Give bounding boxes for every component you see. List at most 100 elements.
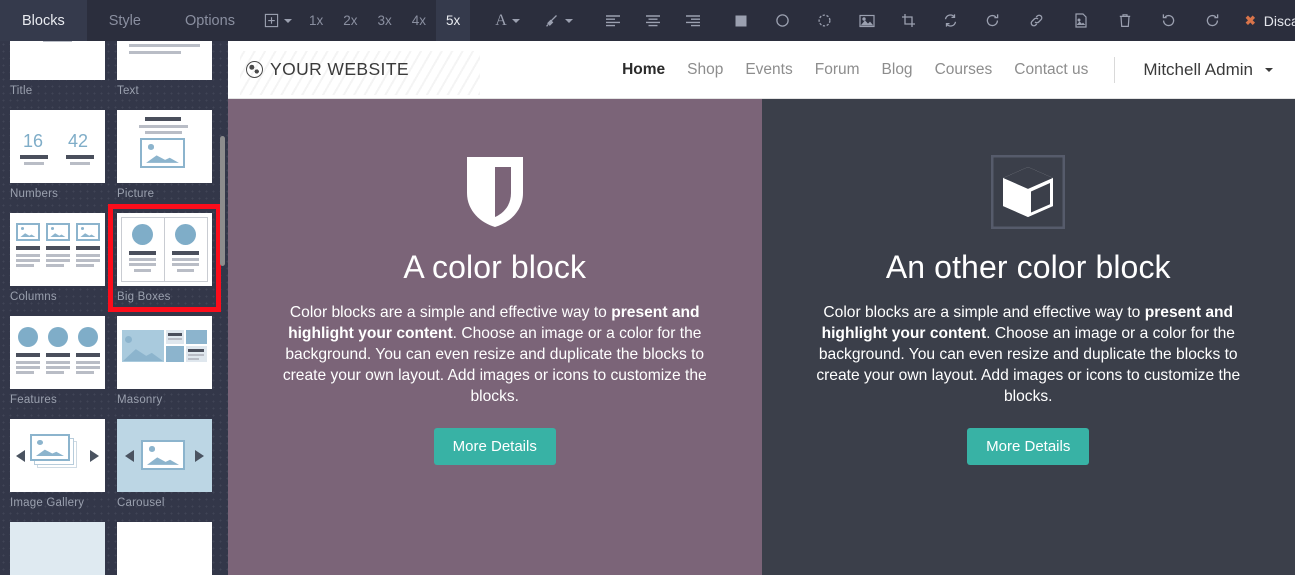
grid-plus-icon[interactable]	[257, 0, 299, 41]
brand-label: YOUR WEBSITE	[270, 59, 409, 79]
block-label-columns: Columns	[10, 291, 57, 303]
thumb-number-2: 42	[68, 131, 89, 151]
block-label-big-boxes: Big Boxes	[117, 291, 171, 303]
blocks-row	[0, 522, 228, 575]
block-item-next-b[interactable]	[117, 522, 212, 575]
flower-icon[interactable]	[810, 0, 840, 41]
trash-icon[interactable]	[1110, 0, 1140, 41]
site-brand[interactable]: YOUR WEBSITE	[240, 51, 480, 95]
redo-icon[interactable]	[1198, 0, 1228, 41]
block-thumb-picture	[117, 110, 212, 183]
block-thumb-features	[10, 316, 105, 389]
main-nav: Home Shop Events Forum Blog Courses Cont…	[622, 56, 1273, 83]
nav-item-forum[interactable]: Forum	[815, 61, 860, 79]
font-color-icon[interactable]: A	[488, 0, 527, 41]
block-label-features: Features	[10, 394, 57, 406]
editor-toolbar: Blocks Style Options 1x 2x 3x 4x 5x A ✖ …	[0, 0, 1295, 41]
tab-style[interactable]: Style	[87, 0, 163, 41]
circle-icon[interactable]	[768, 0, 798, 41]
nav-item-courses[interactable]: Courses	[935, 61, 993, 79]
chevron-down-icon	[564, 18, 573, 23]
crop-icon[interactable]	[894, 0, 924, 41]
block-item-carousel[interactable]: Carousel	[117, 419, 212, 509]
block-item-big-boxes[interactable]: Big Boxes	[108, 204, 221, 312]
more-details-button-right[interactable]: More Details	[967, 428, 1090, 465]
block-thumb-big-boxes	[117, 213, 212, 286]
color-blocks-section: A color block Color blocks are a simple …	[228, 99, 1295, 575]
zoom-1x-label: 1x	[308, 13, 324, 28]
refresh-icon[interactable]	[978, 0, 1008, 41]
chevron-down-icon	[283, 18, 292, 23]
link-icon[interactable]	[1022, 0, 1052, 41]
shield-icon	[465, 155, 525, 229]
transform-icon[interactable]	[936, 0, 966, 41]
brush-icon[interactable]	[537, 0, 580, 41]
align-right-icon[interactable]	[678, 0, 708, 41]
left-text-part1: Color blocks are a simple and effective …	[289, 304, 612, 321]
block-item-title[interactable]: Title	[10, 41, 105, 97]
zoom-levels: 1x 2x 3x 4x 5x	[299, 0, 471, 41]
block-item-columns[interactable]: Columns	[10, 213, 105, 303]
color-block-left[interactable]: A color block Color blocks are a simple …	[228, 99, 762, 575]
tab-options[interactable]: Options	[163, 0, 257, 41]
block-item-image-gallery[interactable]: Image Gallery	[10, 419, 105, 509]
tab-blocks[interactable]: Blocks	[0, 0, 87, 41]
block-thumb-next-b	[117, 522, 212, 575]
align-center-icon[interactable]	[638, 0, 668, 41]
color-block-right-title: An other color block	[885, 249, 1171, 285]
zoom-5x[interactable]: 5x	[436, 0, 471, 41]
block-item-numbers[interactable]: 16 42 Numbers	[10, 110, 105, 200]
square-icon[interactable]	[726, 0, 756, 41]
user-menu[interactable]: Mitchell Admin	[1143, 60, 1273, 80]
block-item-picture[interactable]: Picture	[117, 110, 212, 200]
discard-label: Discard	[1263, 12, 1295, 29]
block-thumb-masonry	[117, 316, 212, 389]
block-item-features[interactable]: Features	[10, 316, 105, 406]
prev-arrow-icon	[16, 450, 25, 462]
next-arrow-icon	[195, 450, 204, 462]
block-label-numbers: Numbers	[10, 188, 59, 200]
block-item-text[interactable]: Text	[117, 41, 212, 97]
nav-item-blog[interactable]: Blog	[882, 61, 913, 79]
sidebar-scrollbar[interactable]	[220, 136, 225, 266]
cross-icon: ✖	[1244, 12, 1256, 28]
nav-item-events[interactable]: Events	[745, 61, 792, 79]
zoom-4x[interactable]: 4x	[402, 0, 436, 41]
zoom-3x[interactable]: 3x	[367, 0, 401, 41]
zoom-5x-label: 5x	[446, 13, 461, 28]
replace-image-icon[interactable]	[1066, 0, 1096, 41]
undo-icon[interactable]	[1154, 0, 1184, 41]
zoom-2x-label: 2x	[343, 13, 358, 28]
thumb-number-1: 16	[23, 131, 44, 151]
tab-style-label: Style	[108, 12, 141, 29]
blocks-sidebar: Title Text 16 42 Numbers Picture Columns…	[0, 41, 228, 575]
align-left-icon[interactable]	[598, 0, 628, 41]
discard-button[interactable]: ✖ Discard	[1228, 0, 1295, 41]
block-thumb-numbers: 16 42	[10, 110, 105, 183]
image-icon[interactable]	[852, 0, 882, 41]
nav-item-shop[interactable]: Shop	[687, 61, 723, 79]
color-block-left-title: A color block	[403, 249, 587, 285]
globe-icon	[246, 61, 263, 78]
color-block-right[interactable]: An other color block Color blocks are a …	[761, 99, 1295, 575]
more-details-button-left[interactable]: More Details	[433, 428, 556, 465]
website-preview: YOUR WEBSITE Home Shop Events Forum Blog…	[228, 41, 1295, 575]
zoom-1x[interactable]: 1x	[299, 0, 333, 41]
site-navbar: YOUR WEBSITE Home Shop Events Forum Blog…	[228, 41, 1295, 99]
block-label-carousel: Carousel	[117, 497, 165, 509]
block-item-masonry[interactable]: Masonry	[117, 316, 212, 406]
block-thumb-columns	[10, 213, 105, 286]
zoom-2x[interactable]: 2x	[333, 0, 367, 41]
chevron-down-icon	[1265, 67, 1273, 72]
color-block-left-text: Color blocks are a simple and effective …	[280, 302, 710, 407]
nav-item-home[interactable]: Home	[622, 61, 665, 79]
user-menu-label: Mitchell Admin	[1143, 59, 1253, 79]
zoom-3x-label: 3x	[377, 13, 392, 28]
block-thumb-image-gallery	[10, 419, 105, 492]
nav-item-contact-us[interactable]: Contact us	[1014, 61, 1088, 79]
block-label-picture: Picture	[117, 188, 155, 200]
right-text-part1: Color blocks are a simple and effective …	[823, 304, 1145, 321]
blocks-row: Columns Big Boxes	[0, 204, 228, 312]
block-item-next-a[interactable]	[10, 522, 105, 575]
prev-arrow-icon	[125, 450, 134, 462]
